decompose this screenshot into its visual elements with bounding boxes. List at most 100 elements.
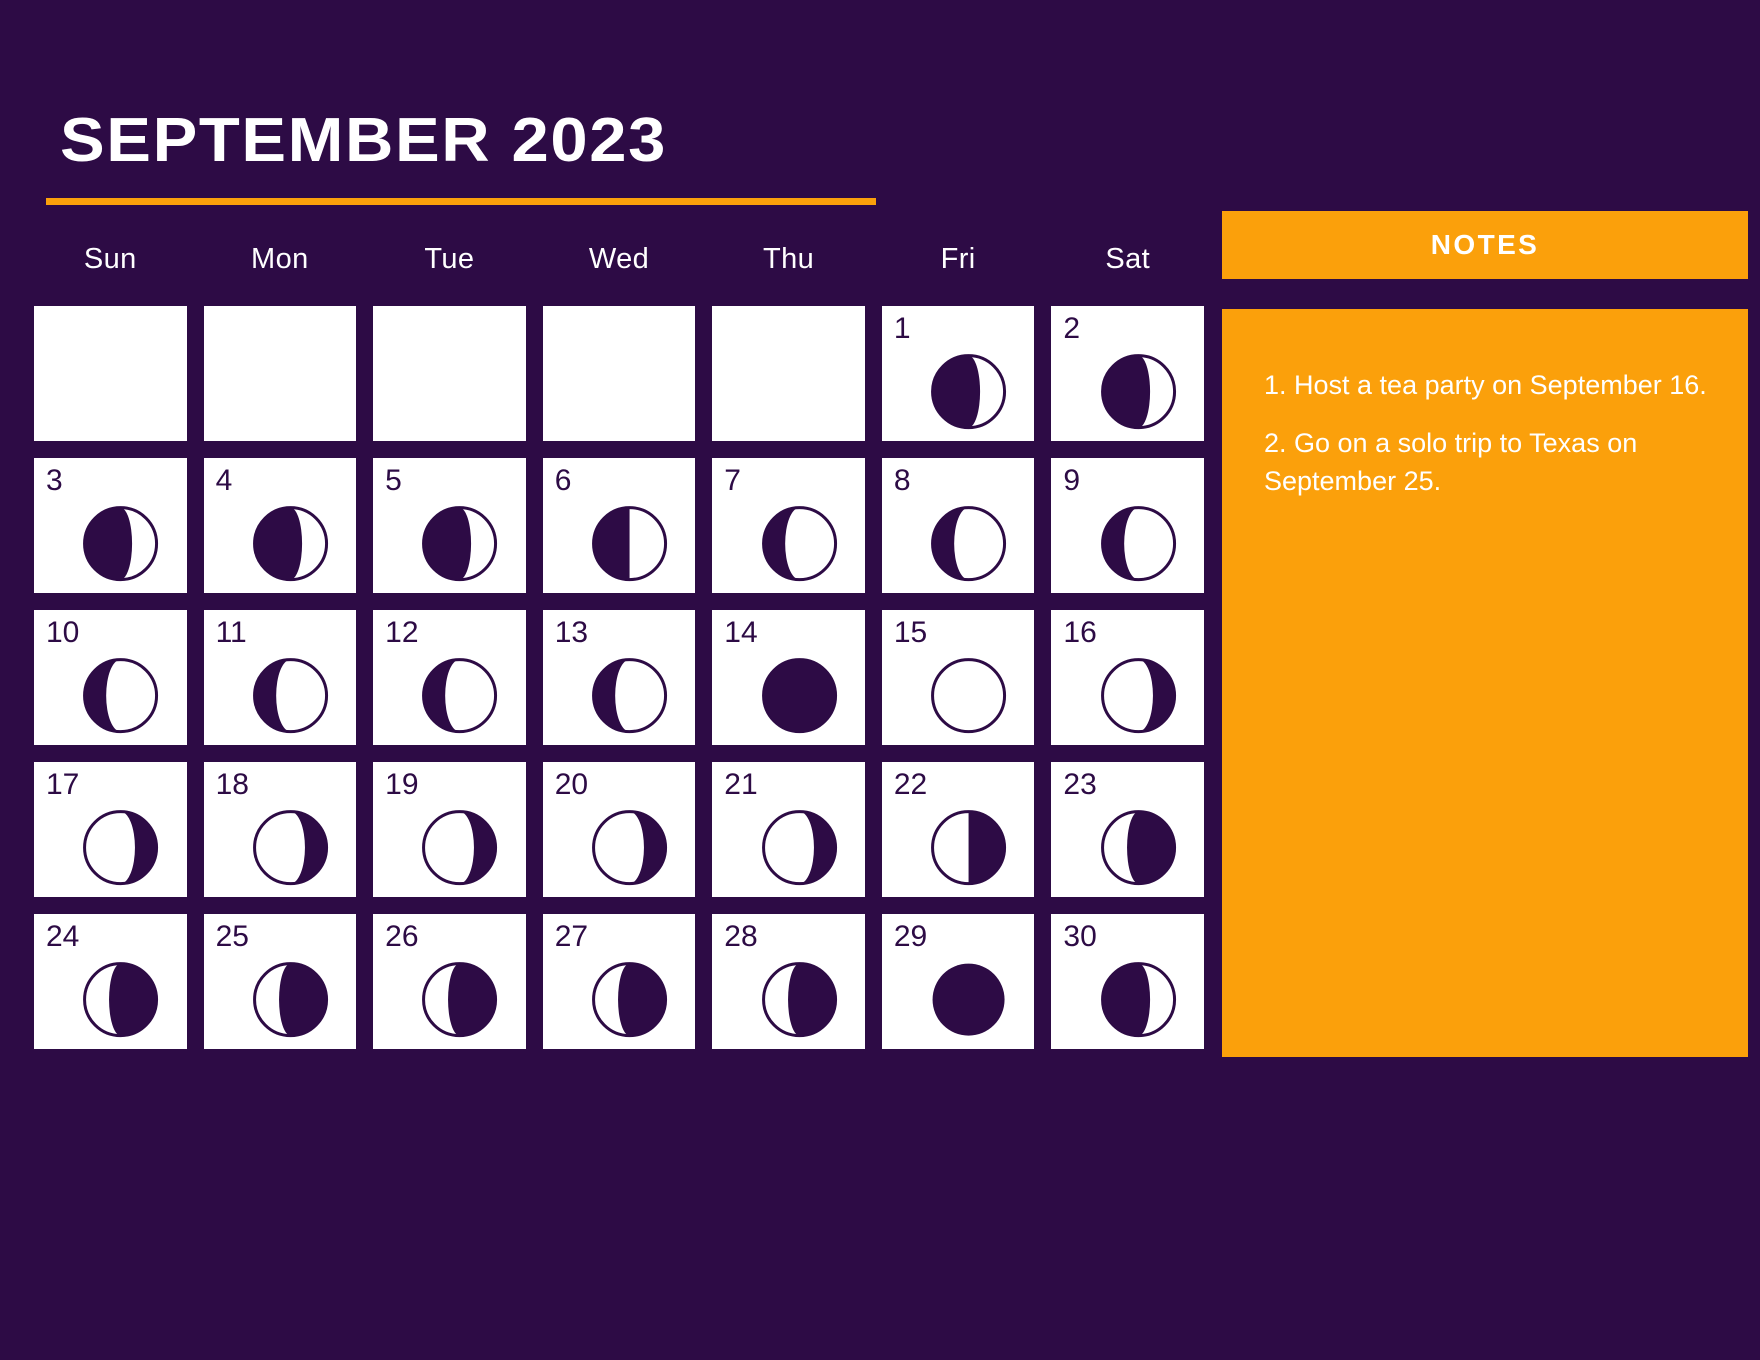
moon-phase-full-moon-icon bbox=[925, 955, 1013, 1043]
day-cell-20[interactable]: 20 bbox=[542, 762, 696, 897]
day-cell-6[interactable]: 6 bbox=[542, 458, 696, 593]
moon-phase-waning-crescent-icon bbox=[416, 651, 504, 739]
moon-phase-waning-crescent-icon bbox=[77, 651, 165, 739]
day-number: 30 bbox=[1063, 920, 1097, 953]
notes-heading-label: NOTES bbox=[1430, 229, 1540, 260]
day-cell-15[interactable]: 15 bbox=[881, 610, 1035, 745]
day-number: 3 bbox=[46, 464, 63, 497]
calendar-week-row: 17 18 19 20 21 22 23 bbox=[34, 762, 1204, 897]
day-cell-22[interactable]: 22 bbox=[881, 762, 1035, 897]
weekday-label-mon: Mon bbox=[251, 242, 309, 275]
moon-phase-waning-crescent-icon bbox=[925, 499, 1013, 587]
day-cell-23[interactable]: 23 bbox=[1051, 762, 1204, 897]
day-cell-empty bbox=[712, 306, 865, 441]
day-cell-9[interactable]: 9 bbox=[1051, 458, 1204, 593]
day-number: 7 bbox=[724, 464, 741, 497]
day-cell-5[interactable]: 5 bbox=[373, 458, 526, 593]
day-cell-1[interactable]: 1 bbox=[881, 306, 1035, 441]
day-cell-2[interactable]: 2 bbox=[1051, 306, 1204, 441]
moon-phase-waning-gibbous-icon bbox=[246, 499, 334, 587]
weekday-label-wed: Wed bbox=[588, 242, 650, 275]
day-cell-empty bbox=[542, 306, 696, 441]
day-number: 17 bbox=[46, 768, 80, 801]
moon-phase-waxing-crescent-icon bbox=[77, 803, 165, 891]
day-number: 15 bbox=[893, 616, 928, 649]
day-number: 11 bbox=[215, 616, 247, 649]
day-cell-10[interactable]: 10 bbox=[34, 610, 187, 745]
moon-phase-waning-crescent-icon bbox=[1094, 499, 1182, 587]
day-cell-26[interactable]: 26 bbox=[373, 914, 526, 1049]
day-cell-13[interactable]: 13 bbox=[542, 610, 696, 745]
moon-phase-waning-crescent-icon bbox=[755, 499, 843, 587]
moon-phase-waxing-gibbous-icon bbox=[1094, 803, 1182, 891]
day-cell-11[interactable]: 11 bbox=[203, 610, 357, 745]
day-cell-14[interactable]: 14 bbox=[712, 610, 865, 745]
day-number: 1 bbox=[893, 312, 911, 345]
day-cell-8[interactable]: 8 bbox=[881, 458, 1035, 593]
page-title: SEPTEMBER 2023 bbox=[60, 106, 667, 175]
day-cell-28[interactable]: 28 bbox=[712, 914, 865, 1049]
day-cell-17[interactable]: 17 bbox=[34, 762, 187, 897]
calendar-week-row: 3 4 5 6 7 8 9 bbox=[34, 458, 1204, 593]
day-cell-21[interactable]: 21 bbox=[712, 762, 865, 897]
moon-phase-waxing-crescent-icon bbox=[755, 803, 843, 891]
day-number: 16 bbox=[1063, 616, 1097, 649]
note-item: 1. Host a tea party on September 16. bbox=[1264, 370, 1707, 400]
notes-panel[interactable]: 1. Host a tea party on September 16. 2. G… bbox=[1222, 309, 1748, 1057]
moon-phase-waning-gibbous-icon bbox=[925, 347, 1013, 435]
day-number: 10 bbox=[46, 616, 80, 649]
moon-phase-waxing-gibbous-icon bbox=[416, 955, 504, 1043]
moon-phase-waxing-crescent-icon bbox=[416, 803, 504, 891]
note-item: 2. Go on a solo trip to Texas on Septemb… bbox=[1264, 427, 1638, 496]
day-number: 19 bbox=[385, 768, 419, 801]
day-number: 23 bbox=[1063, 768, 1097, 801]
moon-phase-waning-crescent-icon bbox=[586, 651, 674, 739]
day-number: 22 bbox=[893, 768, 928, 801]
moon-phase-first-quarter-icon bbox=[925, 803, 1013, 891]
calendar-week-row: 24 25 26 27 28 29 30 bbox=[34, 914, 1204, 1049]
day-cell-24[interactable]: 24 bbox=[34, 914, 187, 1049]
moon-phase-waxing-crescent-icon bbox=[1094, 651, 1182, 739]
day-cell-12[interactable]: 12 bbox=[373, 610, 526, 745]
moon-phase-last-quarter-icon bbox=[586, 499, 674, 587]
day-cell-18[interactable]: 18 bbox=[203, 762, 357, 897]
calendar-weeks: 1 2 3 4 5 6 7 8 9 10 11 12 13 14 15 16 17 18 19 20 21 22 23 24 2… bbox=[34, 306, 1204, 1049]
moon-phase-waning-gibbous-icon bbox=[1094, 955, 1182, 1043]
day-cell-empty bbox=[34, 306, 187, 441]
moon-phase-waning-gibbous-icon bbox=[77, 499, 165, 587]
calendar-week-row: 10 11 12 13 14 15 16 bbox=[34, 610, 1204, 745]
calendar-page: SEPTEMBER 2023 Sun Mon Tue Wed Thu Fri Sat 123… bbox=[0, 0, 1760, 1360]
day-number: 12 bbox=[385, 616, 419, 649]
day-number: 9 bbox=[1063, 464, 1081, 497]
moon-phase-waxing-gibbous-icon bbox=[586, 955, 674, 1043]
day-number: 5 bbox=[385, 464, 402, 497]
day-cell-3[interactable]: 3 bbox=[34, 458, 187, 593]
weekday-label-tue: Tue bbox=[424, 242, 475, 275]
day-number: 6 bbox=[554, 464, 572, 497]
day-cell-empty bbox=[203, 306, 357, 441]
day-number: 26 bbox=[385, 920, 419, 953]
day-cell-29[interactable]: 29 bbox=[881, 914, 1035, 1049]
day-cell-16[interactable]: 16 bbox=[1051, 610, 1204, 745]
weekday-label-sun: Sun bbox=[83, 242, 137, 275]
weekday-label-sat: Sat bbox=[1105, 242, 1151, 275]
calendar-grid: Sun Mon Tue Wed Thu Fri Sat 1 2 3 4 5 6 7 8 9 10 11 12 13 1… bbox=[34, 224, 1204, 1049]
day-number: 21 bbox=[724, 768, 758, 801]
moon-phase-waning-gibbous-icon bbox=[1094, 347, 1182, 435]
day-cell-30[interactable]: 30 bbox=[1051, 914, 1204, 1049]
calendar-week-row: 12 bbox=[34, 306, 1204, 441]
day-cell-25[interactable]: 25 bbox=[203, 914, 357, 1049]
day-cell-7[interactable]: 7 bbox=[712, 458, 865, 593]
day-cell-19[interactable]: 19 bbox=[373, 762, 526, 897]
moon-phase-new-moon-icon bbox=[755, 651, 843, 739]
moon-phase-waning-crescent-icon bbox=[246, 651, 334, 739]
day-number: 24 bbox=[46, 920, 80, 953]
notes-header: NOTES bbox=[1222, 211, 1748, 279]
day-number: 14 bbox=[724, 616, 758, 649]
day-cell-27[interactable]: 27 bbox=[542, 914, 696, 1049]
day-cell-4[interactable]: 4 bbox=[203, 458, 357, 593]
moon-phase-new-moon-outline-icon bbox=[925, 651, 1013, 739]
day-number: 13 bbox=[554, 616, 589, 649]
day-number: 27 bbox=[554, 920, 589, 953]
moon-phase-waxing-crescent-icon bbox=[246, 803, 334, 891]
